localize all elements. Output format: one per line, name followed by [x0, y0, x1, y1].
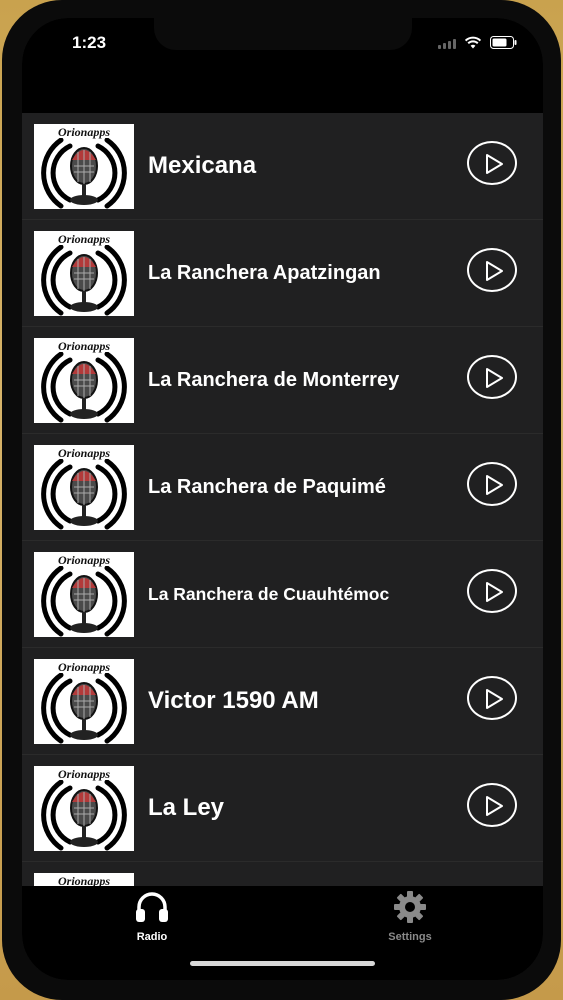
- station-logo: Orionapps: [34, 338, 134, 423]
- phone-frame: 1:23 Orionapps Mexicana Orionapps La Ran…: [2, 0, 561, 1000]
- microphone-icon: [41, 780, 127, 851]
- device-notch: [154, 18, 412, 50]
- status-time: 1:23: [72, 33, 107, 52]
- microphone-icon: [41, 566, 127, 637]
- tab-settings[interactable]: Settings: [365, 890, 455, 943]
- play-button[interactable]: [467, 676, 517, 720]
- station-row[interactable]: Orionapps Mexicana: [22, 113, 543, 220]
- wifi-icon: [464, 36, 482, 49]
- station-row[interactable]: Orionapps La Ranchera de Monterrey: [22, 327, 543, 434]
- cellular-signal-icon: [438, 37, 456, 49]
- play-icon: [486, 689, 503, 709]
- microphone-icon: [41, 459, 127, 530]
- station-name: La Ley: [148, 794, 225, 821]
- station-logo: Orionapps: [34, 445, 134, 530]
- station-logo: Orionapps: [34, 552, 134, 637]
- station-logo: Orionapps: [34, 659, 134, 744]
- tab-bar: Radio Settings: [22, 886, 543, 980]
- microphone-icon: [41, 352, 127, 423]
- play-icon: [486, 368, 503, 388]
- station-row[interactable]: Orionapps Victor 1590 AM: [22, 648, 543, 755]
- station-logo: Orionapps: [34, 124, 134, 209]
- app-screen: 1:23 Orionapps Mexicana Orionapps La Ran…: [22, 18, 543, 980]
- station-name: La Ranchera de Monterrey: [148, 369, 400, 391]
- microphone-icon: [41, 673, 127, 744]
- tab-radio-label: Radio: [136, 931, 168, 943]
- gear-icon: [394, 891, 426, 923]
- station-logo: Orionapps: [34, 231, 134, 316]
- station-row[interactable]: Orionapps La Ley: [22, 755, 543, 862]
- station-name: La Ranchera Apatzingan: [148, 262, 381, 284]
- tab-radio[interactable]: Radio: [107, 890, 197, 943]
- station-name: Victor 1590 AM: [148, 687, 319, 714]
- station-name: La Ranchera de Paquimé: [148, 476, 386, 498]
- play-button[interactable]: [467, 248, 517, 292]
- play-icon: [486, 475, 503, 495]
- station-row[interactable]: Orionapps La Ranchera de Paquimé: [22, 434, 543, 541]
- station-logo: Orionapps: [34, 766, 134, 851]
- tab-settings-label: Settings: [388, 931, 432, 943]
- microphone-icon: [41, 245, 127, 316]
- play-button[interactable]: [467, 462, 517, 506]
- play-button[interactable]: [467, 783, 517, 827]
- play-icon: [486, 154, 503, 174]
- station-name: Mexicana: [148, 152, 257, 179]
- station-row[interactable]: Orionapps La Ranchera Apatzingan: [22, 220, 543, 327]
- battery-icon: [490, 36, 517, 49]
- play-icon: [486, 582, 503, 602]
- station-row[interactable]: Orionapps La Ranchera de Cuauhtémoc: [22, 541, 543, 648]
- play-icon: [486, 796, 503, 816]
- play-button[interactable]: [467, 141, 517, 185]
- home-indicator: [190, 961, 375, 966]
- station-list: Orionapps Mexicana Orionapps La Ranchera …: [22, 113, 543, 969]
- microphone-icon: [41, 138, 127, 209]
- play-icon: [486, 261, 503, 281]
- play-button[interactable]: [467, 355, 517, 399]
- station-name: La Ranchera de Cuauhtémoc: [148, 584, 390, 604]
- play-button[interactable]: [467, 569, 517, 613]
- headphones-icon: [136, 892, 168, 922]
